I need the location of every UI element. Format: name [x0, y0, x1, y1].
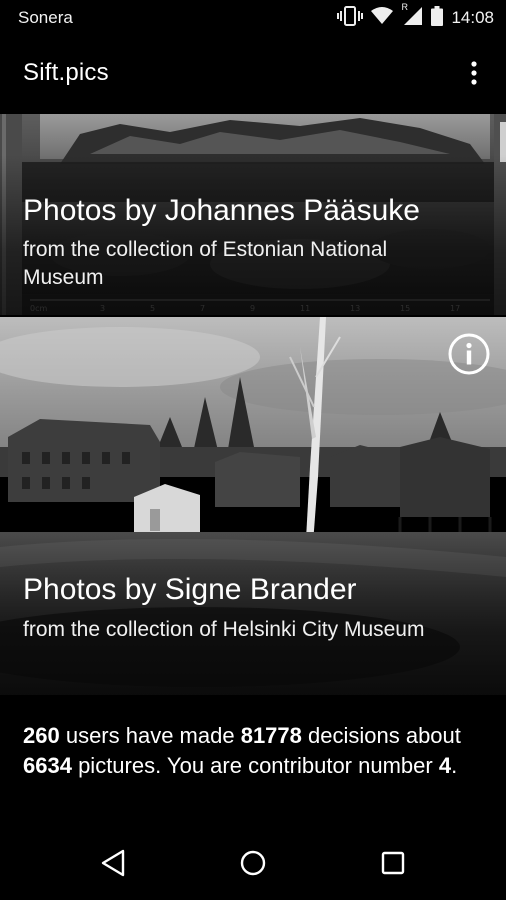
info-button[interactable]: [448, 333, 490, 375]
recents-icon: [380, 850, 406, 881]
collection-title: Photos by Johannes Pääsuke: [23, 194, 420, 227]
status-icons: R 14:08: [337, 2, 494, 31]
navigation-bar: [0, 830, 506, 900]
info-icon: [448, 333, 490, 379]
carrier-name: Sonera: [18, 8, 73, 27]
home-icon: [239, 849, 267, 882]
app-bar: Sift.pics: [0, 36, 506, 114]
users-count: 260: [23, 723, 60, 748]
overflow-menu-button[interactable]: [462, 60, 486, 90]
battery-icon: [431, 5, 444, 31]
contributor-number: 4: [438, 753, 452, 778]
stats-text: pictures. You are contributor number: [71, 753, 439, 778]
recents-button[interactable]: [376, 848, 410, 882]
collection-subtitle: from the collection of Helsinki City Mus…: [23, 618, 425, 641]
vibrate-icon: [337, 5, 364, 31]
wifi-icon: [371, 6, 394, 30]
decisions-count: 81778: [240, 723, 302, 748]
roaming-indicator: R: [401, 1, 408, 12]
app-title: Sift.pics: [23, 59, 109, 86]
collection-subtitle: from the collection of Estonian National…: [23, 238, 388, 289]
back-icon: [100, 849, 126, 882]
status-bar: Sonera R 14:08: [0, 0, 506, 36]
collection-card-brander[interactable]: Photos by Signe Brander from the collect…: [0, 317, 506, 695]
more-vert-icon: [471, 60, 477, 90]
collection-card-paasuke[interactable]: 0cm 3 5 7 9 11 13 15 17 Photos by Johann…: [0, 114, 506, 315]
contribution-stats: 260 users have made 81778 decisions abou…: [23, 721, 493, 781]
pictures-count: 6634: [23, 753, 72, 778]
card-shade: [0, 535, 506, 695]
stats-text: decisions about: [301, 723, 461, 748]
signal-icon: R: [401, 2, 423, 31]
stats-text: .: [451, 753, 458, 778]
collection-title: Photos by Signe Brander: [23, 573, 357, 606]
back-button[interactable]: [96, 848, 130, 882]
stats-text: users have made: [59, 723, 241, 748]
clock: 14:08: [451, 8, 494, 27]
home-button[interactable]: [236, 848, 270, 882]
